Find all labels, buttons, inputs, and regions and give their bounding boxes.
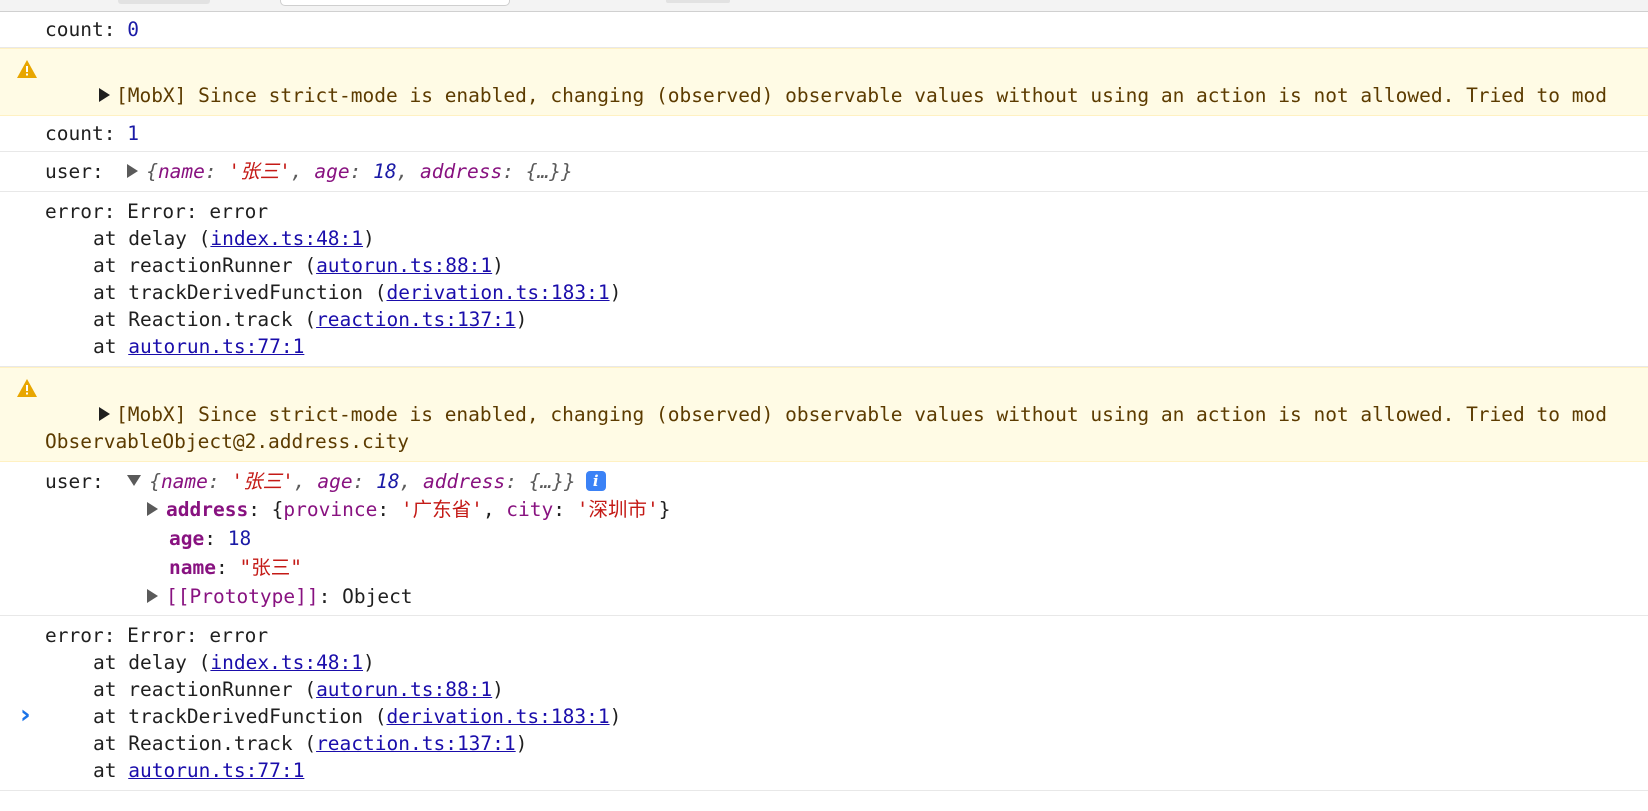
warning-text-line2: ObservableObject@2.address.city [45, 430, 409, 453]
source-link[interactable]: reaction.ts:137:1 [316, 732, 516, 755]
stack-frame: at trackDerivedFunction (derivation.ts:1… [93, 705, 622, 728]
log-label: user: [45, 470, 104, 493]
object-property-prototype[interactable]: [[Prototype]]: Object [45, 582, 1648, 611]
stack-frame: at Reaction.track (reaction.ts:137:1) [93, 308, 528, 331]
source-link[interactable]: derivation.ts:183:1 [387, 281, 610, 304]
stack-frame: at delay (index.ts:48:1) [93, 651, 375, 674]
toolbar-tab[interactable] [118, 0, 210, 4]
source-link[interactable]: autorun.ts:88:1 [316, 678, 492, 701]
expand-arrow-icon[interactable] [98, 87, 110, 102]
stack-frame: at autorun.ts:77:1 [93, 759, 305, 782]
source-link[interactable]: index.ts:48:1 [210, 651, 363, 674]
expand-arrow-icon[interactable] [98, 406, 110, 421]
error-log: error: Error: error at delay (index.ts:4… [0, 616, 1648, 791]
warning-message[interactable]: [MobX] Since strict-mode is enabled, cha… [0, 48, 1648, 116]
stack-frame: at autorun.ts:77:1 [93, 335, 305, 358]
source-link[interactable]: index.ts:48:1 [210, 227, 363, 250]
log-message: count: 1 [0, 116, 1648, 152]
log-message: user: {name: '张三', age: 18, address: {…}… [0, 462, 1648, 616]
source-link[interactable]: reaction.ts:137:1 [316, 308, 516, 331]
object-property-address[interactable]: address: {province: '广东省', city: '深圳市'} [45, 495, 1648, 524]
stack-frame: at reactionRunner (autorun.ts:88:1) [93, 254, 504, 277]
expand-arrow-icon[interactable] [147, 501, 158, 516]
warning-text: [MobX] Since strict-mode is enabled, cha… [115, 403, 1607, 426]
error-head: error: Error: error [45, 624, 269, 647]
stack-frame: at Reaction.track (reaction.ts:137:1) [93, 732, 528, 755]
info-icon[interactable]: i [585, 470, 606, 491]
source-link[interactable]: autorun.ts:88:1 [316, 254, 492, 277]
warning-text: [MobX] Since strict-mode is enabled, cha… [115, 84, 1607, 107]
source-link[interactable]: autorun.ts:77:1 [128, 759, 304, 782]
object-preview[interactable]: {name: '张三', age: 18, address: {…}} [127, 470, 576, 493]
object-property-age: age: 18 [169, 527, 252, 550]
object-preview[interactable]: {name: '张三', age: 18, address: {…}} [127, 160, 573, 183]
log-label: user: [45, 160, 104, 183]
log-number: 0 [127, 18, 139, 41]
collapse-arrow-icon[interactable] [127, 475, 142, 486]
expand-arrow-icon[interactable] [147, 588, 158, 603]
object-property-name: name: "张三" [169, 556, 302, 579]
devtools-toolbar [0, 0, 1648, 12]
stack-frame: at delay (index.ts:48:1) [93, 227, 375, 250]
console-messages: count: 0 [MobX] Since strict-mode is ena… [0, 12, 1648, 791]
source-link[interactable]: derivation.ts:183:1 [387, 705, 610, 728]
stack-frame: at trackDerivedFunction (derivation.ts:1… [93, 281, 622, 304]
log-label: count: [45, 18, 128, 41]
source-link[interactable]: autorun.ts:77:1 [128, 335, 304, 358]
stack-frame: at reactionRunner (autorun.ts:88:1) [93, 678, 504, 701]
error-head: error: Error: error [45, 200, 269, 223]
warning-icon [17, 379, 37, 397]
error-log: error: Error: error at delay (index.ts:4… [0, 192, 1648, 367]
log-label: count: [45, 122, 128, 145]
warning-message[interactable]: [MobX] Since strict-mode is enabled, cha… [0, 367, 1648, 462]
filter-input[interactable] [280, 0, 510, 6]
log-message: count: 0 [0, 12, 1648, 48]
expand-arrow-icon[interactable] [127, 163, 139, 178]
console-prompt-icon[interactable]: › [20, 700, 31, 730]
log-message: user: {name: '张三', age: 18, address: {…}… [0, 152, 1648, 192]
toolbar-dropdown[interactable] [666, 0, 730, 3]
warning-icon [17, 60, 37, 78]
log-number: 1 [127, 122, 139, 145]
